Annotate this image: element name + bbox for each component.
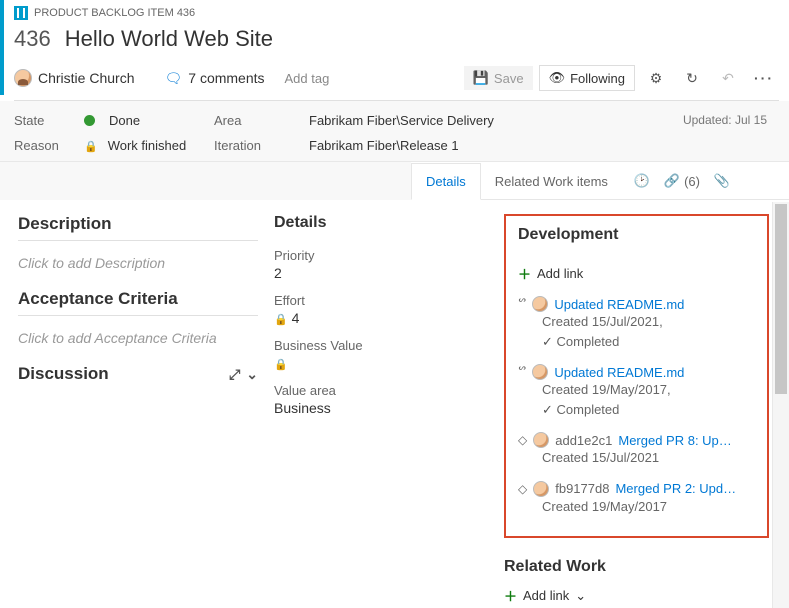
iteration-value[interactable]: Fabrikam Fiber\Release 1 (309, 138, 459, 153)
kebab-icon: ··· (754, 70, 774, 86)
tab-attachments[interactable]: 📎 (702, 162, 742, 199)
breadcrumb: PRODUCT BACKLOG ITEM 436 (34, 7, 195, 19)
state-dot-icon (84, 115, 95, 126)
state-label: State (14, 113, 74, 128)
iteration-label: Iteration (214, 138, 261, 153)
value-area-label: Value area (274, 383, 488, 398)
author-avatar (533, 432, 549, 448)
dev-link-item[interactable]: ᔥUpdated README.md Created 19/May/2017, … (518, 359, 755, 427)
gear-icon: ⚙ (650, 70, 663, 87)
reason-label: Reason (14, 138, 74, 153)
follow-button[interactable]: 👁 Following (539, 65, 635, 91)
assignee-avatar[interactable] (14, 69, 32, 87)
description-header: Description (18, 214, 258, 241)
author-avatar (532, 364, 548, 380)
chevron-down-icon[interactable]: ⌄ (246, 366, 258, 383)
reason-value[interactable]: Work finished (108, 138, 187, 153)
scrollbar[interactable] (772, 202, 789, 608)
dev-link-item[interactable]: ◇add1e2c1 Merged PR 8: Up… Created 15/Ju… (518, 427, 755, 476)
save-button: 💾 Save (464, 66, 533, 90)
dev-link-item[interactable]: ◇fb9177d8 Merged PR 2: Upd… Created 19/M… (518, 476, 755, 525)
work-item-type-icon (14, 6, 28, 20)
commit-icon: ◇ (518, 433, 527, 447)
undo-icon: ↶ (722, 70, 734, 87)
area-value[interactable]: Fabrikam Fiber\Service Delivery (309, 113, 494, 128)
author-avatar (532, 296, 548, 312)
area-label: Area (214, 113, 241, 128)
pull-request-icon: ᔥ (518, 364, 526, 380)
add-tag-button[interactable]: Add tag (285, 71, 330, 86)
comments-icon: 🗨 (164, 70, 182, 87)
work-item-id: 436 (14, 26, 51, 52)
undo-button[interactable]: ↶ (713, 64, 743, 92)
lock-icon (274, 310, 288, 326)
lock-icon (274, 355, 288, 371)
description-input[interactable]: Click to add Description (18, 251, 258, 289)
acceptance-header: Acceptance Criteria (18, 289, 258, 316)
author-avatar (533, 481, 549, 497)
plus-icon: ＋ (504, 586, 517, 604)
lock-icon (84, 138, 98, 153)
eye-icon: 👁 (549, 70, 566, 86)
plus-icon: ＋ (518, 264, 531, 283)
discussion-header: Discussion (18, 364, 109, 384)
refresh-button[interactable]: ↻ (677, 64, 707, 92)
business-value-label: Business Value (274, 338, 488, 353)
tab-links[interactable]: 🔗(6) (662, 162, 702, 199)
priority-value[interactable]: 2 (274, 263, 488, 287)
development-add-link[interactable]: ＋Add link (518, 260, 755, 291)
expand-icon[interactable]: ⤢ (229, 366, 240, 383)
link-icon: 🔗 (664, 173, 680, 189)
comments-count[interactable]: 7 comments (188, 70, 264, 86)
refresh-icon: ↻ (686, 70, 698, 87)
settings-button[interactable]: ⚙ (641, 64, 671, 92)
state-value[interactable]: Done (109, 113, 140, 128)
tab-history[interactable]: 🕑 (622, 162, 662, 199)
acceptance-input[interactable]: Click to add Acceptance Criteria (18, 326, 258, 364)
development-header: Development (518, 226, 755, 250)
effort-value[interactable]: 4 (274, 308, 488, 332)
priority-label: Priority (274, 248, 488, 263)
chevron-down-icon: ⌄ (575, 588, 586, 604)
attachment-icon: 📎 (714, 173, 730, 189)
development-section: Development ＋Add link ᔥUpdated README.md… (504, 214, 769, 538)
business-value-value[interactable] (274, 353, 488, 377)
work-item-title[interactable]: Hello World Web Site (65, 26, 273, 52)
updated-timestamp: Updated: Jul 15 (683, 113, 767, 127)
tab-related-work-items[interactable]: Related Work items (481, 162, 622, 199)
commit-icon: ◇ (518, 482, 527, 496)
details-header: Details (274, 214, 488, 238)
related-add-link[interactable]: ＋Add link ⌄ (504, 582, 769, 604)
assignee-name[interactable]: Christie Church (38, 70, 134, 86)
effort-label: Effort (274, 293, 488, 308)
pull-request-icon: ᔥ (518, 296, 526, 312)
related-work-header: Related Work (504, 552, 769, 582)
value-area-value[interactable]: Business (274, 398, 488, 422)
save-icon: 💾 (473, 70, 489, 86)
dev-link-item[interactable]: ᔥUpdated README.md Created 15/Jul/2021, … (518, 291, 755, 359)
tab-details[interactable]: Details (411, 163, 481, 200)
history-icon: 🕑 (634, 173, 650, 189)
more-actions-button[interactable]: ··· (749, 64, 779, 92)
